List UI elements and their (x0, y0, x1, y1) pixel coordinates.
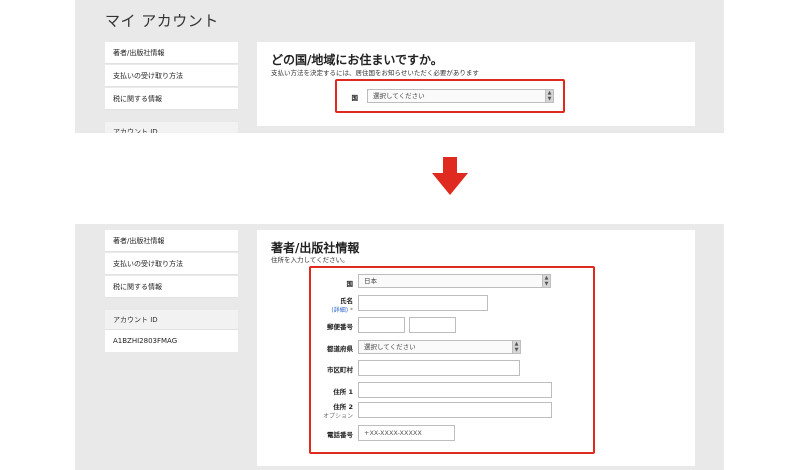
bottom-screenshot-panel: 著者/出版社情報 支払いの受け取り方法 税に関する情報 アカウント ID A1B… (75, 224, 724, 470)
country-question-subtitle: 支払い方法を決定するには、居住国をお知らせいただく必要があります (271, 69, 479, 77)
highlight-box (309, 266, 595, 454)
account-id-value: A1BZHI2803FMAG (113, 337, 178, 345)
sidebar-item-author-publisher[interactable]: 著者/出版社情報 (105, 230, 238, 252)
country-question-title: どの国/地域にお住まいですか。 (271, 53, 443, 67)
sidebar-item-author-publisher[interactable]: 著者/出版社情報 (105, 42, 238, 64)
account-id-header: アカウント ID (105, 122, 238, 133)
country-question-card: どの国/地域にお住まいですか。 支払い方法を決定するには、居住国をお知らせいただ… (257, 42, 695, 126)
sidebar-item-tax-info[interactable]: 税に関する情報 (105, 88, 238, 110)
address-form-card: 著者/出版社情報 住所を入力してください。 国 日本 ▲ ▼ 氏名 (詳細) * … (257, 230, 695, 466)
sidebar-nav: 著者/出版社情報 支払いの受け取り方法 税に関する情報 アカウント ID A1B… (105, 230, 238, 352)
sidebar-nav: 著者/出版社情報 支払いの受け取り方法 税に関する情報 アカウント ID (105, 42, 238, 133)
top-screenshot-panel: マイ アカウント 著者/出版社情報 支払いの受け取り方法 税に関する情報 アカウ… (75, 0, 724, 133)
account-id-box: アカウント ID A1BZHI2803FMAG (105, 310, 238, 352)
sidebar-item-tax-info[interactable]: 税に関する情報 (105, 276, 238, 298)
account-id-header: アカウント ID (105, 310, 238, 330)
section-subtitle: 住所を入力してください。 (271, 256, 349, 264)
account-id-box: アカウント ID (105, 122, 238, 133)
down-arrow-icon (432, 157, 468, 195)
highlight-box (335, 79, 565, 113)
sidebar-item-payment-method[interactable]: 支払いの受け取り方法 (105, 65, 238, 87)
sidebar-item-payment-method[interactable]: 支払いの受け取り方法 (105, 253, 238, 275)
account-page-title: マイ アカウント (105, 12, 219, 30)
